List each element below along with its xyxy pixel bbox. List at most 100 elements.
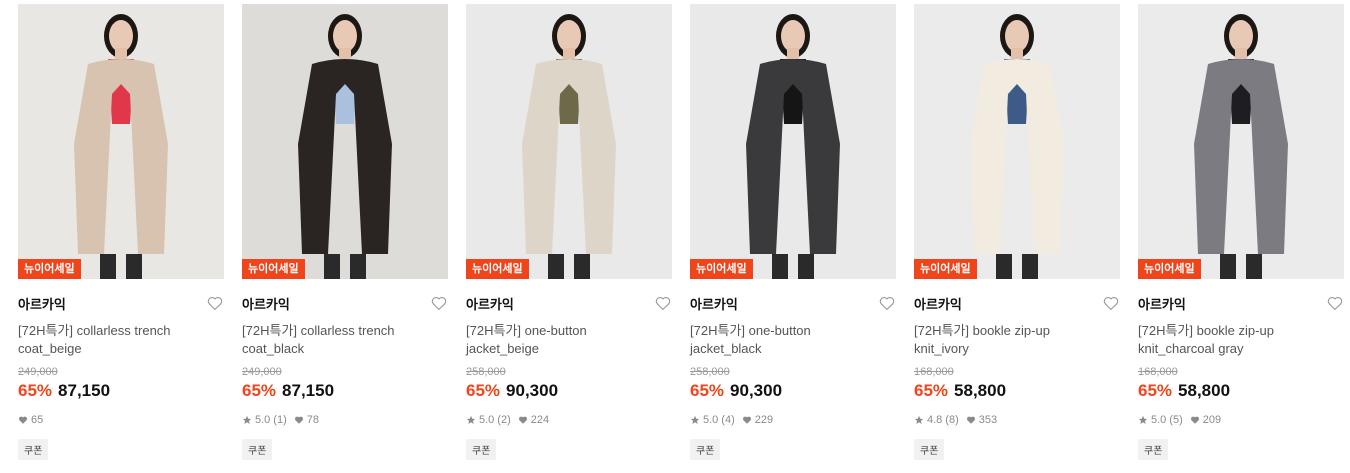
product-card[interactable]: 뉴이어세일 아르카익 [72H특가] collarless trench coa… — [242, 4, 448, 460]
product-photo — [914, 4, 1120, 279]
rating: 5.0 (1) — [242, 414, 287, 426]
sale-badge: 뉴이어세일 — [466, 259, 529, 279]
discount-rate: 65% — [18, 381, 53, 400]
product-image[interactable]: 뉴이어세일 — [690, 4, 896, 279]
star-icon — [1138, 415, 1148, 424]
star-icon — [242, 415, 252, 424]
original-price: 258,000 — [466, 366, 506, 378]
sale-badge: 뉴이어세일 — [690, 259, 753, 279]
price-row: 65% 87,150 — [18, 381, 224, 401]
coupon-tag: 쿠폰 — [1138, 439, 1169, 460]
rating: 5.0 (4) — [690, 414, 735, 426]
sale-badge: 뉴이어세일 — [1138, 259, 1201, 279]
product-photo — [242, 4, 448, 279]
product-card[interactable]: 뉴이어세일 아르카익 [72H특가] one-button jacket_bei… — [466, 4, 672, 460]
discount-rate: 65% — [466, 381, 501, 400]
heart-small-icon — [966, 416, 975, 424]
likes: 65 — [18, 414, 43, 426]
likes: 78 — [294, 414, 319, 426]
price-row: 65% 90,300 — [690, 381, 896, 401]
product-image[interactable]: 뉴이어세일 — [18, 4, 224, 279]
product-name-line2: jacket_beige — [466, 341, 539, 356]
sale-price: 87,150 — [58, 381, 111, 400]
sale-price: 58,800 — [1178, 381, 1231, 400]
sale-badge: 뉴이어세일 — [18, 259, 81, 279]
product-card[interactable]: 뉴이어세일 아르카익 [72H특가] collarless trench coa… — [18, 4, 224, 460]
product-image[interactable]: 뉴이어세일 — [466, 4, 672, 279]
product-image[interactable]: 뉴이어세일 — [242, 4, 448, 279]
review-meta: 5.0 (5) 209 — [1138, 413, 1344, 427]
sale-price: 90,300 — [730, 381, 783, 400]
original-price: 258,000 — [690, 366, 730, 378]
price-row: 65% 58,800 — [1138, 381, 1344, 401]
heart-small-icon — [294, 416, 303, 424]
original-price: 168,000 — [914, 366, 954, 378]
review-meta: 4.8 (8) 353 — [914, 413, 1120, 427]
product-card[interactable]: 뉴이어세일 아르카익 [72H특가] bookle zip-up knit_ch… — [1138, 4, 1344, 460]
star-icon — [914, 415, 924, 424]
review-count: (4) — [721, 414, 735, 426]
product-name[interactable]: [72H특가] one-button jacket_black — [690, 322, 896, 358]
review-count: (8) — [945, 414, 959, 426]
original-price: 249,000 — [242, 366, 282, 378]
brand-name[interactable]: 아르카익 — [242, 294, 290, 313]
brand-row: 아르카익 — [914, 293, 1120, 313]
heart-icon[interactable] — [430, 294, 448, 312]
product-image[interactable]: 뉴이어세일 — [1138, 4, 1344, 279]
heart-small-icon — [18, 416, 28, 424]
sale-price: 90,300 — [506, 381, 559, 400]
heart-icon[interactable] — [878, 294, 896, 312]
heart-icon[interactable] — [1102, 294, 1120, 312]
rating: 4.8 (8) — [914, 414, 959, 426]
product-name[interactable]: [72H특가] collarless trench coat_black — [242, 322, 448, 358]
brand-name[interactable]: 아르카익 — [690, 294, 738, 313]
sale-badge: 뉴이어세일 — [914, 259, 977, 279]
product-name[interactable]: [72H특가] collarless trench coat_beige — [18, 322, 224, 358]
product-name-line2: coat_beige — [18, 341, 82, 356]
discount-rate: 65% — [1138, 381, 1173, 400]
product-name-line2: coat_black — [242, 341, 305, 356]
heart-icon[interactable] — [206, 294, 224, 312]
coupon-tag: 쿠폰 — [690, 439, 721, 460]
like-count: 229 — [754, 414, 774, 426]
product-card[interactable]: 뉴이어세일 아르카익 [72H특가] bookle zip-up knit_iv… — [914, 4, 1120, 460]
rating: 5.0 (5) — [1138, 414, 1183, 426]
sale-price: 58,800 — [954, 381, 1007, 400]
brand-name[interactable]: 아르카익 — [1138, 294, 1186, 313]
product-image[interactable]: 뉴이어세일 — [914, 4, 1120, 279]
coupon-tag: 쿠폰 — [242, 439, 273, 460]
product-name-line2: knit_charcoal gray — [1138, 341, 1244, 356]
sale-badge: 뉴이어세일 — [242, 259, 305, 279]
likes: 229 — [742, 414, 773, 426]
product-name[interactable]: [72H특가] bookle zip-up knit_ivory — [914, 322, 1120, 358]
brand-name[interactable]: 아르카익 — [914, 294, 962, 313]
discount-rate: 65% — [690, 381, 725, 400]
like-count: 65 — [31, 414, 44, 426]
coupon-tag: 쿠폰 — [466, 439, 497, 460]
rating-value: 5.0 — [479, 414, 495, 426]
product-name[interactable]: [72H특가] bookle zip-up knit_charcoal gray — [1138, 322, 1344, 358]
product-card[interactable]: 뉴이어세일 아르카익 [72H특가] one-button jacket_bla… — [690, 4, 896, 460]
heart-icon[interactable] — [1326, 294, 1344, 312]
review-count: (2) — [497, 414, 511, 426]
like-count: 224 — [530, 414, 550, 426]
review-meta: 65 — [18, 413, 224, 427]
brand-row: 아르카익 — [690, 293, 896, 313]
rating-value: 4.8 — [927, 414, 943, 426]
product-name-line1: [72H특가] collarless trench — [242, 323, 395, 338]
likes: 353 — [966, 414, 997, 426]
likes: 209 — [1190, 414, 1221, 426]
original-price: 168,000 — [1138, 366, 1178, 378]
heart-icon[interactable] — [654, 294, 672, 312]
product-grid: 뉴이어세일 아르카익 [72H특가] collarless trench coa… — [18, 4, 1344, 460]
price-row: 65% 87,150 — [242, 381, 448, 401]
product-name-line1: [72H특가] bookle zip-up — [1138, 323, 1274, 338]
star-icon — [466, 415, 476, 424]
discount-rate: 65% — [914, 381, 949, 400]
product-photo — [18, 4, 224, 279]
coupon-tag: 쿠폰 — [914, 439, 945, 460]
product-name-line2: jacket_black — [690, 341, 762, 356]
brand-name[interactable]: 아르카익 — [466, 294, 514, 313]
product-name[interactable]: [72H특가] one-button jacket_beige — [466, 322, 672, 358]
brand-name[interactable]: 아르카익 — [18, 294, 66, 313]
